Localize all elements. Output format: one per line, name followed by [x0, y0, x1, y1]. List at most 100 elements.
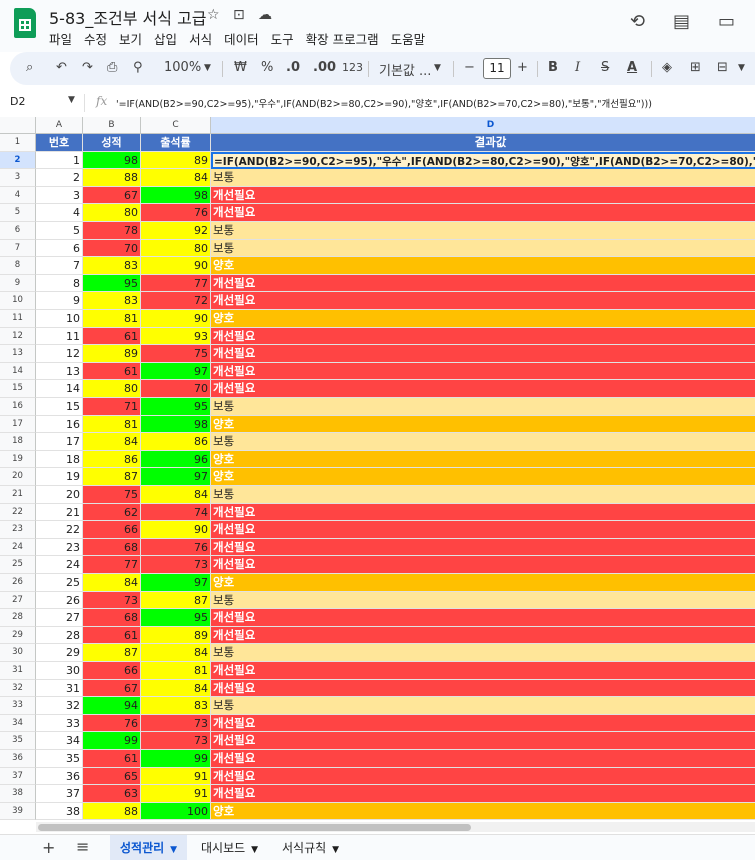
all-sheets-icon[interactable]: ≡: [76, 837, 89, 856]
cell-number[interactable]: 29: [36, 644, 83, 662]
cell-score[interactable]: 84: [83, 574, 141, 592]
formula-input[interactable]: '=IF(AND(B2>=90,C2>=95),"우수",IF(AND(B2>=…: [116, 96, 652, 110]
row-header[interactable]: 13: [0, 345, 36, 363]
cell-attendance[interactable]: 73: [141, 556, 211, 574]
cell-number[interactable]: 5: [36, 222, 83, 240]
header-number[interactable]: 번호: [36, 134, 83, 152]
cell-attendance[interactable]: 93: [141, 327, 211, 346]
history-icon[interactable]: ⟲: [630, 11, 645, 32]
cell-attendance[interactable]: 76: [141, 538, 211, 557]
cell-result[interactable]: 개선필요: [211, 362, 755, 381]
chevron-down-icon[interactable]: ▼: [251, 845, 258, 855]
cell-score[interactable]: 68: [83, 609, 141, 627]
row-header[interactable]: 19: [0, 450, 36, 469]
row-header[interactable]: 21: [0, 486, 36, 504]
cell-result[interactable]: 보통: [211, 169, 755, 187]
currency-format-button[interactable]: ₩: [234, 60, 247, 75]
cell-score[interactable]: 66: [83, 521, 141, 539]
cell-result[interactable]: 개선필요: [211, 714, 755, 733]
cell-result[interactable]: 개선필요: [211, 274, 755, 293]
header-score[interactable]: 성적: [83, 134, 141, 152]
menu-insert[interactable]: 삽입: [154, 29, 177, 48]
cell-score[interactable]: 80: [83, 204, 141, 222]
cell-number[interactable]: 25: [36, 574, 83, 592]
cell-score[interactable]: 66: [83, 662, 141, 680]
cell-result[interactable]: 보통: [211, 697, 755, 715]
cell-score[interactable]: 67: [83, 186, 141, 205]
cell-score[interactable]: 67: [83, 679, 141, 698]
cell-attendance[interactable]: 75: [141, 345, 211, 363]
sheet-tab-dashboard[interactable]: 대시보드 ▼: [191, 835, 268, 860]
row-header[interactable]: 28: [0, 609, 36, 627]
row-header[interactable]: 39: [0, 802, 36, 821]
cell-result[interactable]: 양호: [211, 468, 755, 486]
zoom-select[interactable]: 100%: [164, 60, 201, 75]
cell-number[interactable]: 11: [36, 327, 83, 346]
cell-score[interactable]: 61: [83, 626, 141, 645]
cell-score[interactable]: 83: [83, 292, 141, 310]
cell-result[interactable]: 보통: [211, 433, 755, 451]
cell-score[interactable]: 73: [83, 591, 141, 610]
cell-result[interactable]: 개선필요: [211, 186, 755, 205]
increase-decimal-button[interactable]: .00: [313, 60, 336, 75]
menu-edit[interactable]: 수정: [84, 29, 107, 48]
decrease-decimal-button[interactable]: .0: [286, 60, 300, 75]
cell-result[interactable]: 개선필요: [211, 556, 755, 574]
chevron-down-icon[interactable]: ▼: [170, 845, 177, 855]
cell-number[interactable]: 26: [36, 591, 83, 610]
header-attendance[interactable]: 출석률: [141, 134, 211, 152]
row-header[interactable]: 4: [0, 186, 36, 205]
chevron-down-icon[interactable]: ▼: [332, 845, 339, 855]
star-icon[interactable]: ☆: [207, 7, 220, 23]
cell-score[interactable]: 77: [83, 556, 141, 574]
cell-score[interactable]: 68: [83, 538, 141, 557]
cell-attendance[interactable]: 86: [141, 433, 211, 451]
cell-attendance[interactable]: 84: [141, 486, 211, 504]
row-header[interactable]: 23: [0, 521, 36, 539]
cell-score[interactable]: 70: [83, 239, 141, 258]
font-select[interactable]: 기본값 ...: [379, 60, 431, 79]
strikethrough-button[interactable]: S: [601, 60, 609, 75]
cell-number[interactable]: 14: [36, 380, 83, 398]
menu-tools[interactable]: 도구: [271, 29, 294, 48]
row-header[interactable]: 36: [0, 750, 36, 768]
cell-score[interactable]: 62: [83, 503, 141, 522]
row-header[interactable]: 16: [0, 398, 36, 416]
cell-score[interactable]: 75: [83, 486, 141, 504]
font-size-decrease-button[interactable]: −: [464, 60, 475, 75]
cell-score[interactable]: 65: [83, 767, 141, 786]
cell-result[interactable]: 개선필요: [211, 345, 755, 363]
undo-icon[interactable]: ↶: [56, 60, 67, 75]
cell-result[interactable]: 개선필요: [211, 292, 755, 310]
cell-result[interactable]: 양호: [211, 802, 755, 821]
menu-view[interactable]: 보기: [119, 29, 142, 48]
cell-result[interactable]: 개선필요: [211, 503, 755, 522]
cell-score[interactable]: 81: [83, 310, 141, 328]
move-folder-icon[interactable]: ⊡: [233, 7, 245, 23]
menu-format[interactable]: 서식: [189, 29, 212, 48]
cell-result[interactable]: 양호: [211, 310, 755, 328]
cell-score[interactable]: 71: [83, 398, 141, 416]
cell-attendance[interactable]: 97: [141, 362, 211, 381]
cell-attendance[interactable]: 98: [141, 186, 211, 205]
row-header[interactable]: 17: [0, 415, 36, 434]
row-header[interactable]: 26: [0, 574, 36, 592]
row-header[interactable]: 29: [0, 626, 36, 645]
row-header[interactable]: 8: [0, 257, 36, 275]
cell-result[interactable]: 개선필요: [211, 204, 755, 222]
name-box[interactable]: D2: [10, 95, 25, 108]
row-header[interactable]: 18: [0, 433, 36, 451]
cell-score[interactable]: 99: [83, 732, 141, 750]
cell-result[interactable]: 개선필요: [211, 767, 755, 786]
cell-score[interactable]: 78: [83, 222, 141, 240]
cell-result[interactable]: 개선필요: [211, 679, 755, 698]
cell-number[interactable]: 34: [36, 732, 83, 750]
comment-icon[interactable]: ▤: [673, 11, 690, 32]
cell-attendance[interactable]: 91: [141, 767, 211, 786]
spreadsheet-grid[interactable]: A B C D 1 번호 성적 출석률 결과값 2 1 98 89 =IF(AND(B2>=90,…: [0, 117, 755, 821]
cell-attendance[interactable]: 74: [141, 503, 211, 522]
row-header[interactable]: 25: [0, 556, 36, 574]
cell-number[interactable]: 33: [36, 714, 83, 733]
cell-result[interactable]: 양호: [211, 574, 755, 592]
cell-attendance[interactable]: 97: [141, 468, 211, 486]
